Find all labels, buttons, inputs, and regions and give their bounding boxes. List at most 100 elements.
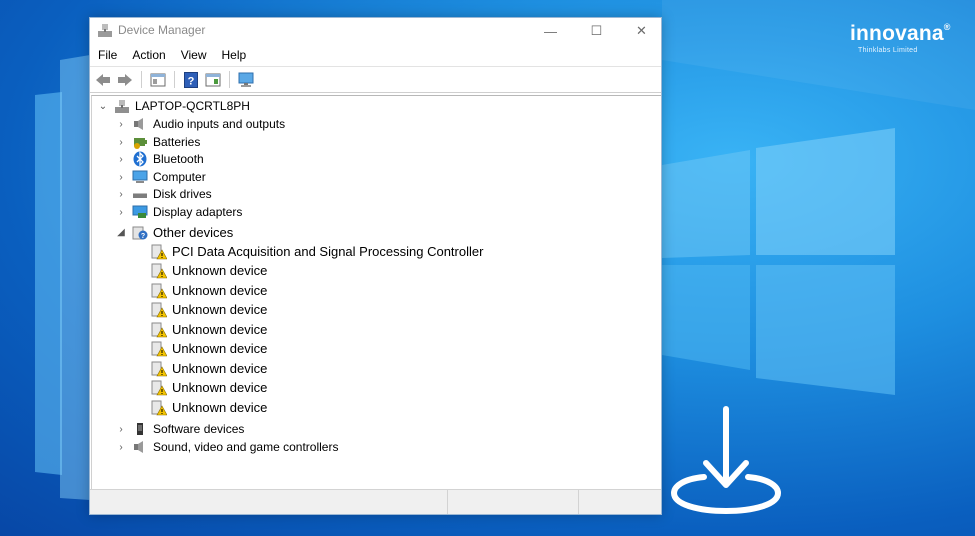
tree-category-label: Computer xyxy=(153,170,206,184)
action-pane-icon xyxy=(205,73,221,86)
expand-chevron-icon[interactable]: › xyxy=(116,137,126,148)
collapse-triangle-icon[interactable]: ◢ xyxy=(116,227,126,238)
tree-device-item[interactable]: Unknown device xyxy=(151,261,267,280)
maximize-button[interactable]: ☐ xyxy=(574,18,619,44)
tree-category-label: Bluetooth xyxy=(153,152,204,166)
bluetooth-icon xyxy=(132,151,148,167)
warning-device-icon xyxy=(151,244,167,260)
menu-bar: File Action View Help xyxy=(90,44,661,66)
tree-category-label: Disk drives xyxy=(153,187,212,201)
tree-category-software-devices[interactable]: › Software devices xyxy=(116,420,244,438)
tree-device-label: Unknown device xyxy=(172,322,268,337)
warning-device-icon xyxy=(151,361,167,377)
expand-chevron-icon[interactable]: › xyxy=(116,207,126,218)
device-manager-icon xyxy=(98,24,112,37)
scan-hardware-button[interactable] xyxy=(237,71,255,89)
show-action-pane-button[interactable] xyxy=(204,71,222,89)
expand-chevron-icon[interactable]: › xyxy=(116,154,126,165)
tree-device-label: Unknown device xyxy=(172,341,268,356)
svg-text:?: ? xyxy=(188,75,195,87)
tree-device-item[interactable]: Unknown device xyxy=(151,320,267,339)
tree-category-other-devices[interactable]: ◢ ? Other devices xyxy=(116,223,233,241)
disk-drive-icon xyxy=(132,186,148,202)
warning-device-icon xyxy=(151,400,167,416)
close-button[interactable]: ✕ xyxy=(619,18,664,44)
forward-button[interactable] xyxy=(116,71,134,89)
tree-category-bluetooth[interactable]: › Bluetooth xyxy=(116,150,204,168)
back-button[interactable] xyxy=(94,71,112,89)
tree-device-item[interactable]: Unknown device xyxy=(151,281,267,300)
expand-chevron-icon[interactable]: › xyxy=(116,172,126,183)
status-bar-segment xyxy=(579,490,661,514)
forward-arrow-icon xyxy=(118,73,132,86)
tree-device-label: Unknown device xyxy=(172,283,268,298)
tree-category-label: Audio inputs and outputs xyxy=(153,117,286,131)
tree-device-label: Unknown device xyxy=(172,263,268,278)
tree-category-sound-video-game[interactable]: › Sound, video and game controllers xyxy=(116,438,338,456)
tree-device-label: Unknown device xyxy=(172,361,268,376)
brand-logo: innovana® xyxy=(850,22,951,46)
brand-name: innovana xyxy=(850,22,944,45)
speaker-icon xyxy=(132,116,148,132)
toolbar-separator xyxy=(229,71,230,88)
tree-category-audio[interactable]: › Audio inputs and outputs xyxy=(116,115,285,133)
show-hide-console-tree-button[interactable] xyxy=(149,71,167,89)
expand-chevron-icon[interactable]: › xyxy=(116,119,126,130)
tree-device-item[interactable]: PCI Data Acquisition and Signal Processi… xyxy=(151,242,483,261)
monitor-scan-icon xyxy=(238,72,254,87)
menu-help[interactable]: Help xyxy=(222,48,247,62)
warning-device-icon xyxy=(151,322,167,338)
warning-device-icon xyxy=(151,263,167,279)
tree-device-label: PCI Data Acquisition and Signal Processi… xyxy=(172,244,484,259)
brand-tagline: Thinklabs Limited xyxy=(858,47,918,54)
tree-category-display-adapters[interactable]: › Display adapters xyxy=(116,203,242,221)
laptop-icon xyxy=(114,98,130,114)
software-device-icon xyxy=(132,421,148,437)
tree-device-item[interactable]: Unknown device xyxy=(151,339,267,358)
tree-category-label: Sound, video and game controllers xyxy=(153,440,339,454)
minimize-button[interactable]: — xyxy=(528,18,573,44)
tree-category-label: Batteries xyxy=(153,135,201,149)
svg-text:?: ? xyxy=(141,233,145,240)
other-devices-icon: ? xyxy=(132,224,148,240)
status-bar xyxy=(90,489,661,514)
menu-view[interactable]: View xyxy=(181,48,207,62)
tree-root-label: LAPTOP-QCRTL8PH xyxy=(135,99,250,113)
tree-category-disk-drives[interactable]: › Disk drives xyxy=(116,185,212,203)
console-tree-icon xyxy=(150,73,166,86)
tree-device-item[interactable]: Unknown device xyxy=(151,398,267,417)
tree-device-label: Unknown device xyxy=(172,400,268,415)
window-title: Device Manager xyxy=(118,23,206,37)
expand-chevron-icon[interactable]: › xyxy=(116,442,126,453)
tree-device-label: Unknown device xyxy=(172,380,268,395)
status-bar-segment xyxy=(448,490,580,514)
expand-chevron-icon[interactable]: › xyxy=(116,424,126,435)
menu-file[interactable]: File xyxy=(98,48,117,62)
title-bar[interactable]: Device Manager — ☐ ✕ xyxy=(90,18,661,44)
help-icon: ? xyxy=(184,71,198,88)
expand-chevron-icon[interactable]: › xyxy=(116,189,126,200)
tree-root[interactable]: ⌄ LAPTOP-QCRTL8PH xyxy=(98,97,250,115)
tree-category-computer[interactable]: › Computer xyxy=(116,168,206,186)
collapse-chevron-icon[interactable]: ⌄ xyxy=(98,101,108,112)
back-arrow-icon xyxy=(96,73,110,86)
status-bar-segment xyxy=(90,490,449,514)
speaker-icon xyxy=(132,439,148,455)
download-icon xyxy=(670,406,782,515)
device-manager-window: Device Manager — ☐ ✕ File Action View He… xyxy=(89,17,662,515)
warning-device-icon xyxy=(151,380,167,396)
battery-icon xyxy=(132,134,148,150)
tree-category-label: Software devices xyxy=(153,422,245,436)
warning-device-icon xyxy=(151,341,167,357)
menu-action[interactable]: Action xyxy=(132,48,165,62)
tree-device-item[interactable]: Unknown device xyxy=(151,378,267,397)
tree-category-batteries[interactable]: › Batteries xyxy=(116,133,200,151)
display-adapter-icon xyxy=(132,204,148,220)
device-tree: ⌄ LAPTOP-QCRTL8PH › Audio inputs and out… xyxy=(91,95,661,489)
warning-device-icon xyxy=(151,283,167,299)
help-button[interactable]: ? xyxy=(182,71,200,89)
tree-device-item[interactable]: Unknown device xyxy=(151,359,267,378)
tree-category-label: Display adapters xyxy=(153,205,243,219)
toolbar-separator xyxy=(174,71,175,88)
tree-device-item[interactable]: Unknown device xyxy=(151,300,267,319)
